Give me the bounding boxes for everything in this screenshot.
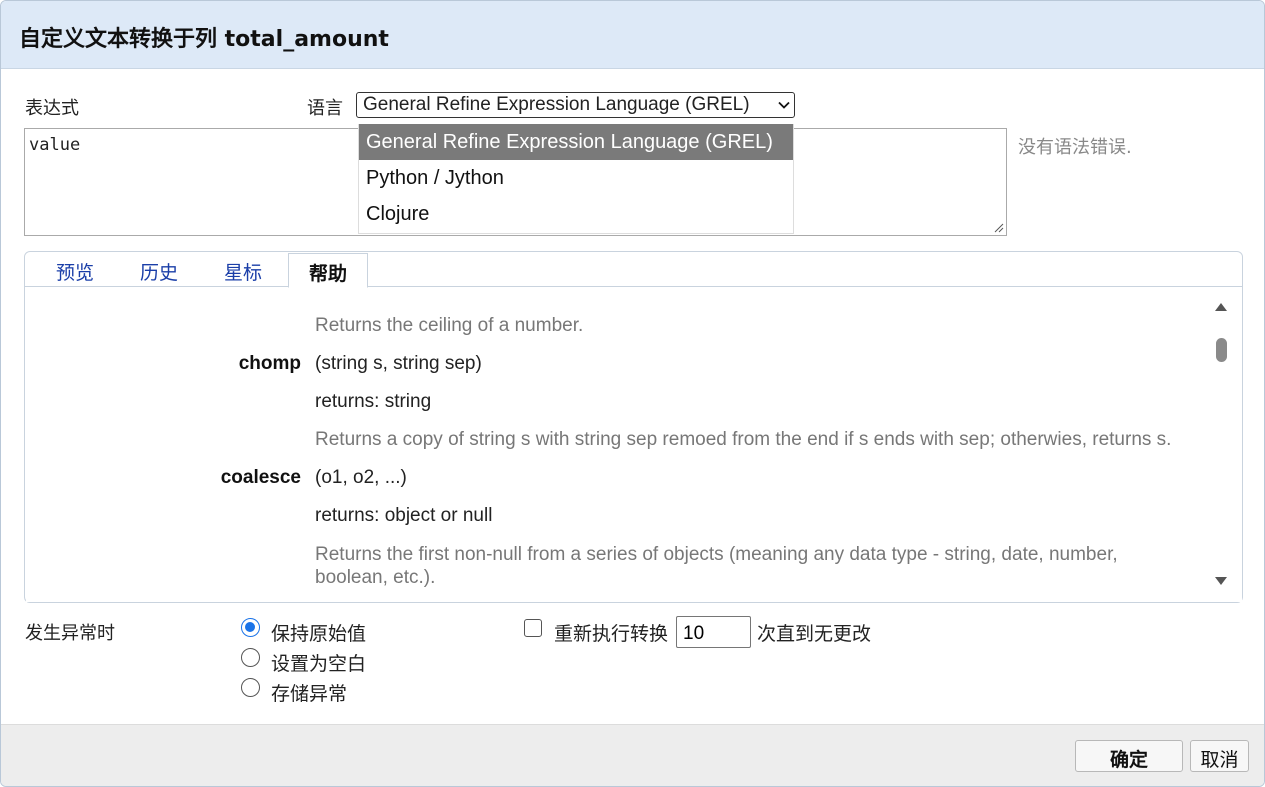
tab-starred[interactable]: 星标 xyxy=(224,258,262,285)
scroll-up-arrow-icon[interactable] xyxy=(1214,302,1228,312)
radio-set-blank-label[interactable]: 设置为空白 xyxy=(271,649,366,676)
language-dropdown-list: General Refine Expression Language (GREL… xyxy=(358,124,794,234)
help-returns-chomp: returns: string xyxy=(315,391,432,412)
help-desc-chomp: Returns a copy of string s with string s… xyxy=(315,429,1172,450)
language-selected-value: General Refine Expression Language (GREL… xyxy=(363,94,750,115)
cancel-button[interactable]: 取消 xyxy=(1190,740,1249,772)
radio-set-blank[interactable] xyxy=(241,648,260,667)
custom-transform-dialog: 自定义文本转换于列 total_amount 表达式 语言 value 没有语法… xyxy=(0,0,1265,787)
dialog-footer: 确定 取消 xyxy=(1,724,1264,786)
on-error-label: 发生异常时 xyxy=(25,623,115,644)
help-desc-ceil: Returns the ceiling of a number. xyxy=(315,315,584,336)
dialog-titlebar[interactable]: 自定义文本转换于列 total_amount xyxy=(1,1,1264,69)
help-sig-chomp: (string s, string sep) xyxy=(315,353,482,374)
radio-keep-original[interactable] xyxy=(241,618,260,637)
help-content[interactable]: Returns the ceiling of a number. chomp (… xyxy=(26,288,1242,602)
tab-bar: 预览 历史 星标 帮助 xyxy=(25,252,1242,288)
tab-history[interactable]: 历史 xyxy=(140,258,178,285)
chevron-down-icon xyxy=(778,101,790,109)
language-option-clojure[interactable]: Clojure xyxy=(359,196,793,232)
radio-keep-original-label[interactable]: 保持原始值 xyxy=(271,619,366,646)
scrollbar-thumb[interactable] xyxy=(1216,338,1227,362)
language-option-grel[interactable]: General Refine Expression Language (GREL… xyxy=(359,124,793,160)
repeat-checkbox[interactable] xyxy=(524,619,542,637)
help-sig-coalesce: (o1, o2, ...) xyxy=(315,467,407,488)
help-fn-coalesce: coalesce xyxy=(220,467,301,488)
tab-preview[interactable]: 预览 xyxy=(56,258,94,285)
language-option-python[interactable]: Python / Jython xyxy=(359,160,793,196)
syntax-status: 没有语法错误. xyxy=(1018,137,1132,158)
help-returns-coalesce: returns: object or null xyxy=(315,505,493,526)
ok-button[interactable]: 确定 xyxy=(1075,740,1183,772)
repeat-suffix-label: 次直到无更改 xyxy=(757,623,872,645)
expression-label: 表达式 xyxy=(25,98,79,119)
language-label: 语言 xyxy=(307,98,343,119)
radio-store-error[interactable] xyxy=(241,678,260,697)
scroll-down-arrow-icon[interactable] xyxy=(1214,576,1228,586)
tab-help[interactable]: 帮助 xyxy=(288,253,369,288)
expression-value: value xyxy=(29,135,81,155)
dialog-title: 自定义文本转换于列 total_amount xyxy=(19,27,389,52)
resize-grip-icon[interactable] xyxy=(992,221,1004,233)
repeat-count-input[interactable] xyxy=(676,616,751,648)
tab-panel: 预览 历史 星标 帮助 Returns the ceiling of a num… xyxy=(24,251,1243,603)
repeat-label[interactable]: 重新执行转换 xyxy=(554,619,668,646)
help-desc-coalesce: Returns the first non-null from a series… xyxy=(315,544,1118,588)
radio-store-error-label[interactable]: 存储异常 xyxy=(271,679,347,706)
help-fn-chomp: chomp xyxy=(238,353,301,374)
language-select[interactable]: General Refine Expression Language (GREL… xyxy=(356,92,795,118)
